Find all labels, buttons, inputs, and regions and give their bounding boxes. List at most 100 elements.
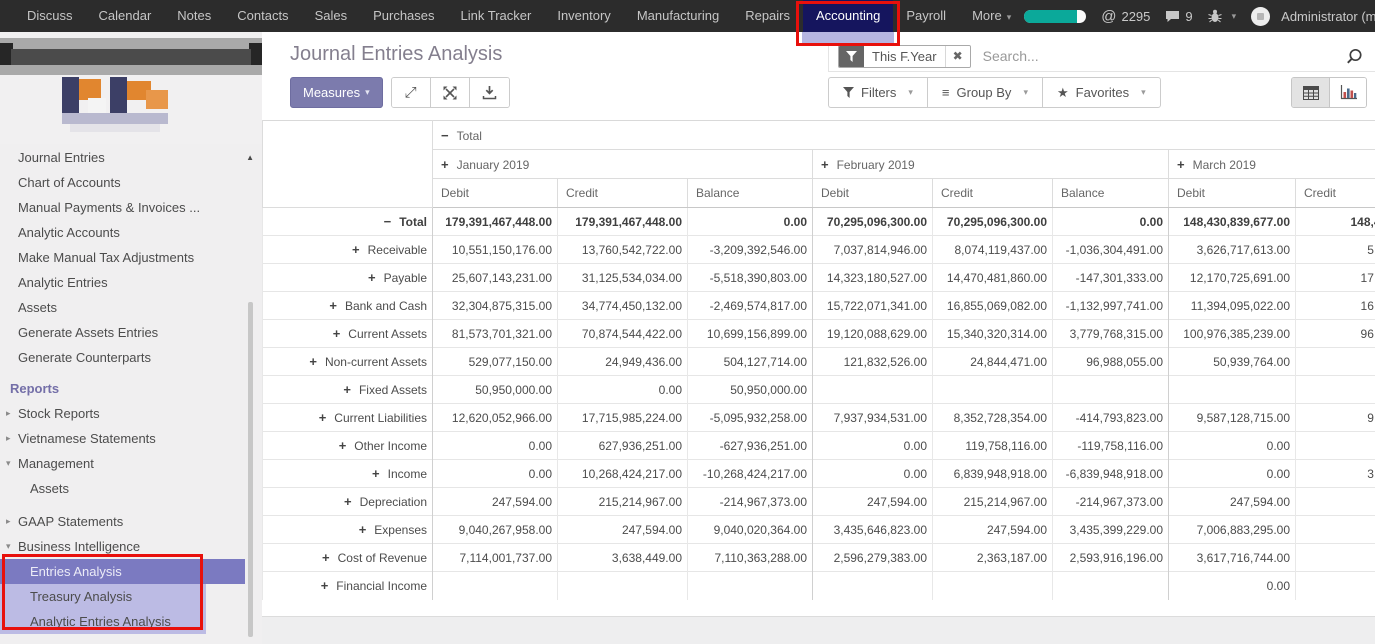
flip-axis-button[interactable] <box>431 78 470 107</box>
expand-icon[interactable]: + <box>1177 157 1185 172</box>
top-menu-item-discuss[interactable]: Discuss <box>14 0 86 32</box>
mentions-counter[interactable]: @ 2295 <box>1101 8 1150 25</box>
pivot-view-button[interactable] <box>1292 78 1329 107</box>
pivot-col-total-header[interactable]: −Total <box>433 121 1375 150</box>
sidebar-item-management[interactable]: ▾Management <box>0 451 262 476</box>
pivot-row-label-depreciation[interactable]: +Depreciation <box>263 488 433 516</box>
pivot-row-label-income[interactable]: +Income <box>263 460 433 488</box>
collapse-icon[interactable]: − <box>441 128 449 143</box>
sidebar-item-assets[interactable]: Assets <box>0 476 262 501</box>
top-menu-item-link-tracker[interactable]: Link Tracker <box>448 0 545 32</box>
pivot-measure-header-february-2019-debit[interactable]: Debit <box>813 179 933 208</box>
facet-remove-button[interactable]: ✖ <box>945 46 970 67</box>
expand-icon[interactable]: + <box>309 354 317 369</box>
expand-icon[interactable]: + <box>821 157 829 172</box>
sidebar-item-analytic-accounts[interactable]: Analytic Accounts <box>0 220 262 245</box>
top-menu-item-payroll[interactable]: Payroll <box>893 0 959 32</box>
pivot-row-label-bank-and-cash[interactable]: +Bank and Cash <box>263 292 433 320</box>
top-menu-item-repairs[interactable]: Repairs <box>732 0 803 32</box>
pivot-row-label-receivable[interactable]: +Receivable <box>263 236 433 264</box>
sidebar-item-manual-payments-invoices[interactable]: Manual Payments & Invoices ... <box>0 195 262 220</box>
sidebar-item-assets[interactable]: Assets <box>0 295 262 320</box>
expand-icon[interactable]: + <box>321 578 329 593</box>
sidebar-item-analytic-entries-analysis[interactable]: Analytic Entries Analysis <box>0 609 206 634</box>
chevron-down-icon[interactable]: ▾ <box>6 534 11 559</box>
pivot-measure-header-february-2019-credit[interactable]: Credit <box>933 179 1053 208</box>
sidebar-item-gaap-statements[interactable]: ▸GAAP Statements <box>0 509 262 534</box>
pivot-row-label-fixed-assets[interactable]: +Fixed Assets <box>263 376 433 404</box>
pivot-cell <box>688 572 813 600</box>
top-menu-item-notes[interactable]: Notes <box>164 0 224 32</box>
sidebar-item-entries-analysis[interactable]: Entries Analysis <box>0 559 245 584</box>
sidebar-item-invoi[interactable]: Invoi <box>0 638 262 644</box>
top-menu-item-inventory[interactable]: Inventory <box>544 0 623 32</box>
favorites-button[interactable]: ★ Favorites ▾ <box>1042 77 1161 108</box>
expand-icon[interactable]: + <box>329 298 337 313</box>
sidebar-item-chart-of-accounts[interactable]: Chart of Accounts <box>0 170 262 195</box>
pivot-row-label-total[interactable]: −Total <box>263 208 433 236</box>
pivot-row-label-cost-of-revenue[interactable]: +Cost of Revenue <box>263 544 433 572</box>
pivot-row-label-current-assets[interactable]: +Current Assets <box>263 320 433 348</box>
expand-icon[interactable]: + <box>339 438 347 453</box>
sidebar-item-analytic-entries[interactable]: Analytic Entries <box>0 270 262 295</box>
sidebar-item-vietnamese-statements[interactable]: ▸Vietnamese Statements <box>0 426 262 451</box>
pivot-month-header-february-2019[interactable]: +February 2019 <box>813 150 1169 179</box>
chevron-right-icon[interactable]: ▸ <box>6 509 11 534</box>
expand-icon[interactable]: + <box>343 382 351 397</box>
pivot-measure-header-march-2019-debit[interactable]: Debit <box>1169 179 1296 208</box>
top-menu-item-calendar[interactable]: Calendar <box>86 0 165 32</box>
expand-icon[interactable]: + <box>344 494 352 509</box>
measures-button[interactable]: Measures ▾ <box>290 77 383 108</box>
expand-icon[interactable]: + <box>359 522 367 537</box>
top-menu-item-sales[interactable]: Sales <box>302 0 361 32</box>
sidebar-item-business-intelligence[interactable]: ▾Business Intelligence <box>0 534 262 559</box>
expand-icon[interactable]: + <box>322 550 330 565</box>
sidebar-item-journal-entries[interactable]: Journal Entries▲ <box>0 145 262 170</box>
pivot-row-label-current-liabilities[interactable]: +Current Liabilities <box>263 404 433 432</box>
messages-counter[interactable]: 9 <box>1165 9 1192 24</box>
top-menu-item-accounting[interactable]: Accounting <box>803 0 893 32</box>
pivot-measure-header-january-2019-credit[interactable]: Credit <box>558 179 688 208</box>
collapse-icon[interactable]: − <box>384 214 392 229</box>
chevron-down-icon[interactable]: ▾ <box>6 451 11 476</box>
sidebar-item-generate-assets-entries[interactable]: Generate Assets Entries <box>0 320 262 345</box>
chevron-right-icon[interactable]: ▸ <box>6 401 11 426</box>
pivot-row-label-expenses[interactable]: +Expenses <box>263 516 433 544</box>
expand-icon[interactable]: + <box>333 326 341 341</box>
pivot-measure-header-january-2019-balance[interactable]: Balance <box>688 179 813 208</box>
pivot-row-label-payable[interactable]: +Payable <box>263 264 433 292</box>
expand-icon[interactable]: + <box>372 466 380 481</box>
scroll-up-icon[interactable]: ▲ <box>246 145 254 170</box>
top-menu-item-purchases[interactable]: Purchases <box>360 0 447 32</box>
pivot-row-label-non-current-assets[interactable]: +Non-current Assets <box>263 348 433 376</box>
expand-all-button[interactable]: ⤢ <box>392 78 431 107</box>
pivot-row-label-financial-income[interactable]: +Financial Income <box>263 572 433 600</box>
expand-icon[interactable]: + <box>441 157 449 172</box>
sidebar-item-generate-counterparts[interactable]: Generate Counterparts <box>0 345 262 370</box>
pivot-month-header-march-2019[interactable]: +March 2019 <box>1169 150 1375 179</box>
filters-button[interactable]: Filters ▾ <box>828 77 927 108</box>
sidebar-item-treasury-analysis[interactable]: Treasury Analysis <box>0 584 206 609</box>
expand-icon[interactable]: + <box>319 410 327 425</box>
search-icon[interactable] <box>1345 48 1363 71</box>
top-menu-item-manufacturing[interactable]: Manufacturing <box>624 0 732 32</box>
top-menu-item-more[interactable]: More▾ <box>959 0 1024 32</box>
pivot-month-header-january-2019[interactable]: +January 2019 <box>433 150 813 179</box>
expand-icon[interactable]: + <box>368 270 376 285</box>
sidebar-item-stock-reports[interactable]: ▸Stock Reports <box>0 401 262 426</box>
sidebar-scrollbar[interactable] <box>248 302 253 637</box>
pivot-measure-header-january-2019-debit[interactable]: Debit <box>433 179 558 208</box>
chevron-right-icon[interactable]: ▸ <box>6 426 11 451</box>
pivot-measure-header-february-2019-balance[interactable]: Balance <box>1053 179 1169 208</box>
pivot-row-label-other-income[interactable]: +Other Income <box>263 432 433 460</box>
expand-icon[interactable]: + <box>352 242 360 257</box>
pivot-measure-header-march-2019-credit[interactable]: Credit <box>1296 179 1375 208</box>
user-menu[interactable]: Administrator (mknwyp... ▾ <box>1251 7 1375 26</box>
graph-view-button[interactable] <box>1329 78 1366 107</box>
debug-menu[interactable]: ▾ <box>1208 9 1237 23</box>
group-by-button[interactable]: ≡ Group By ▾ <box>927 77 1042 108</box>
sidebar-item-make-manual-tax-adjustments[interactable]: Make Manual Tax Adjustments <box>0 245 262 270</box>
top-menu-item-contacts[interactable]: Contacts <box>224 0 301 32</box>
search-input[interactable] <box>981 47 1375 65</box>
download-button[interactable] <box>470 78 509 107</box>
